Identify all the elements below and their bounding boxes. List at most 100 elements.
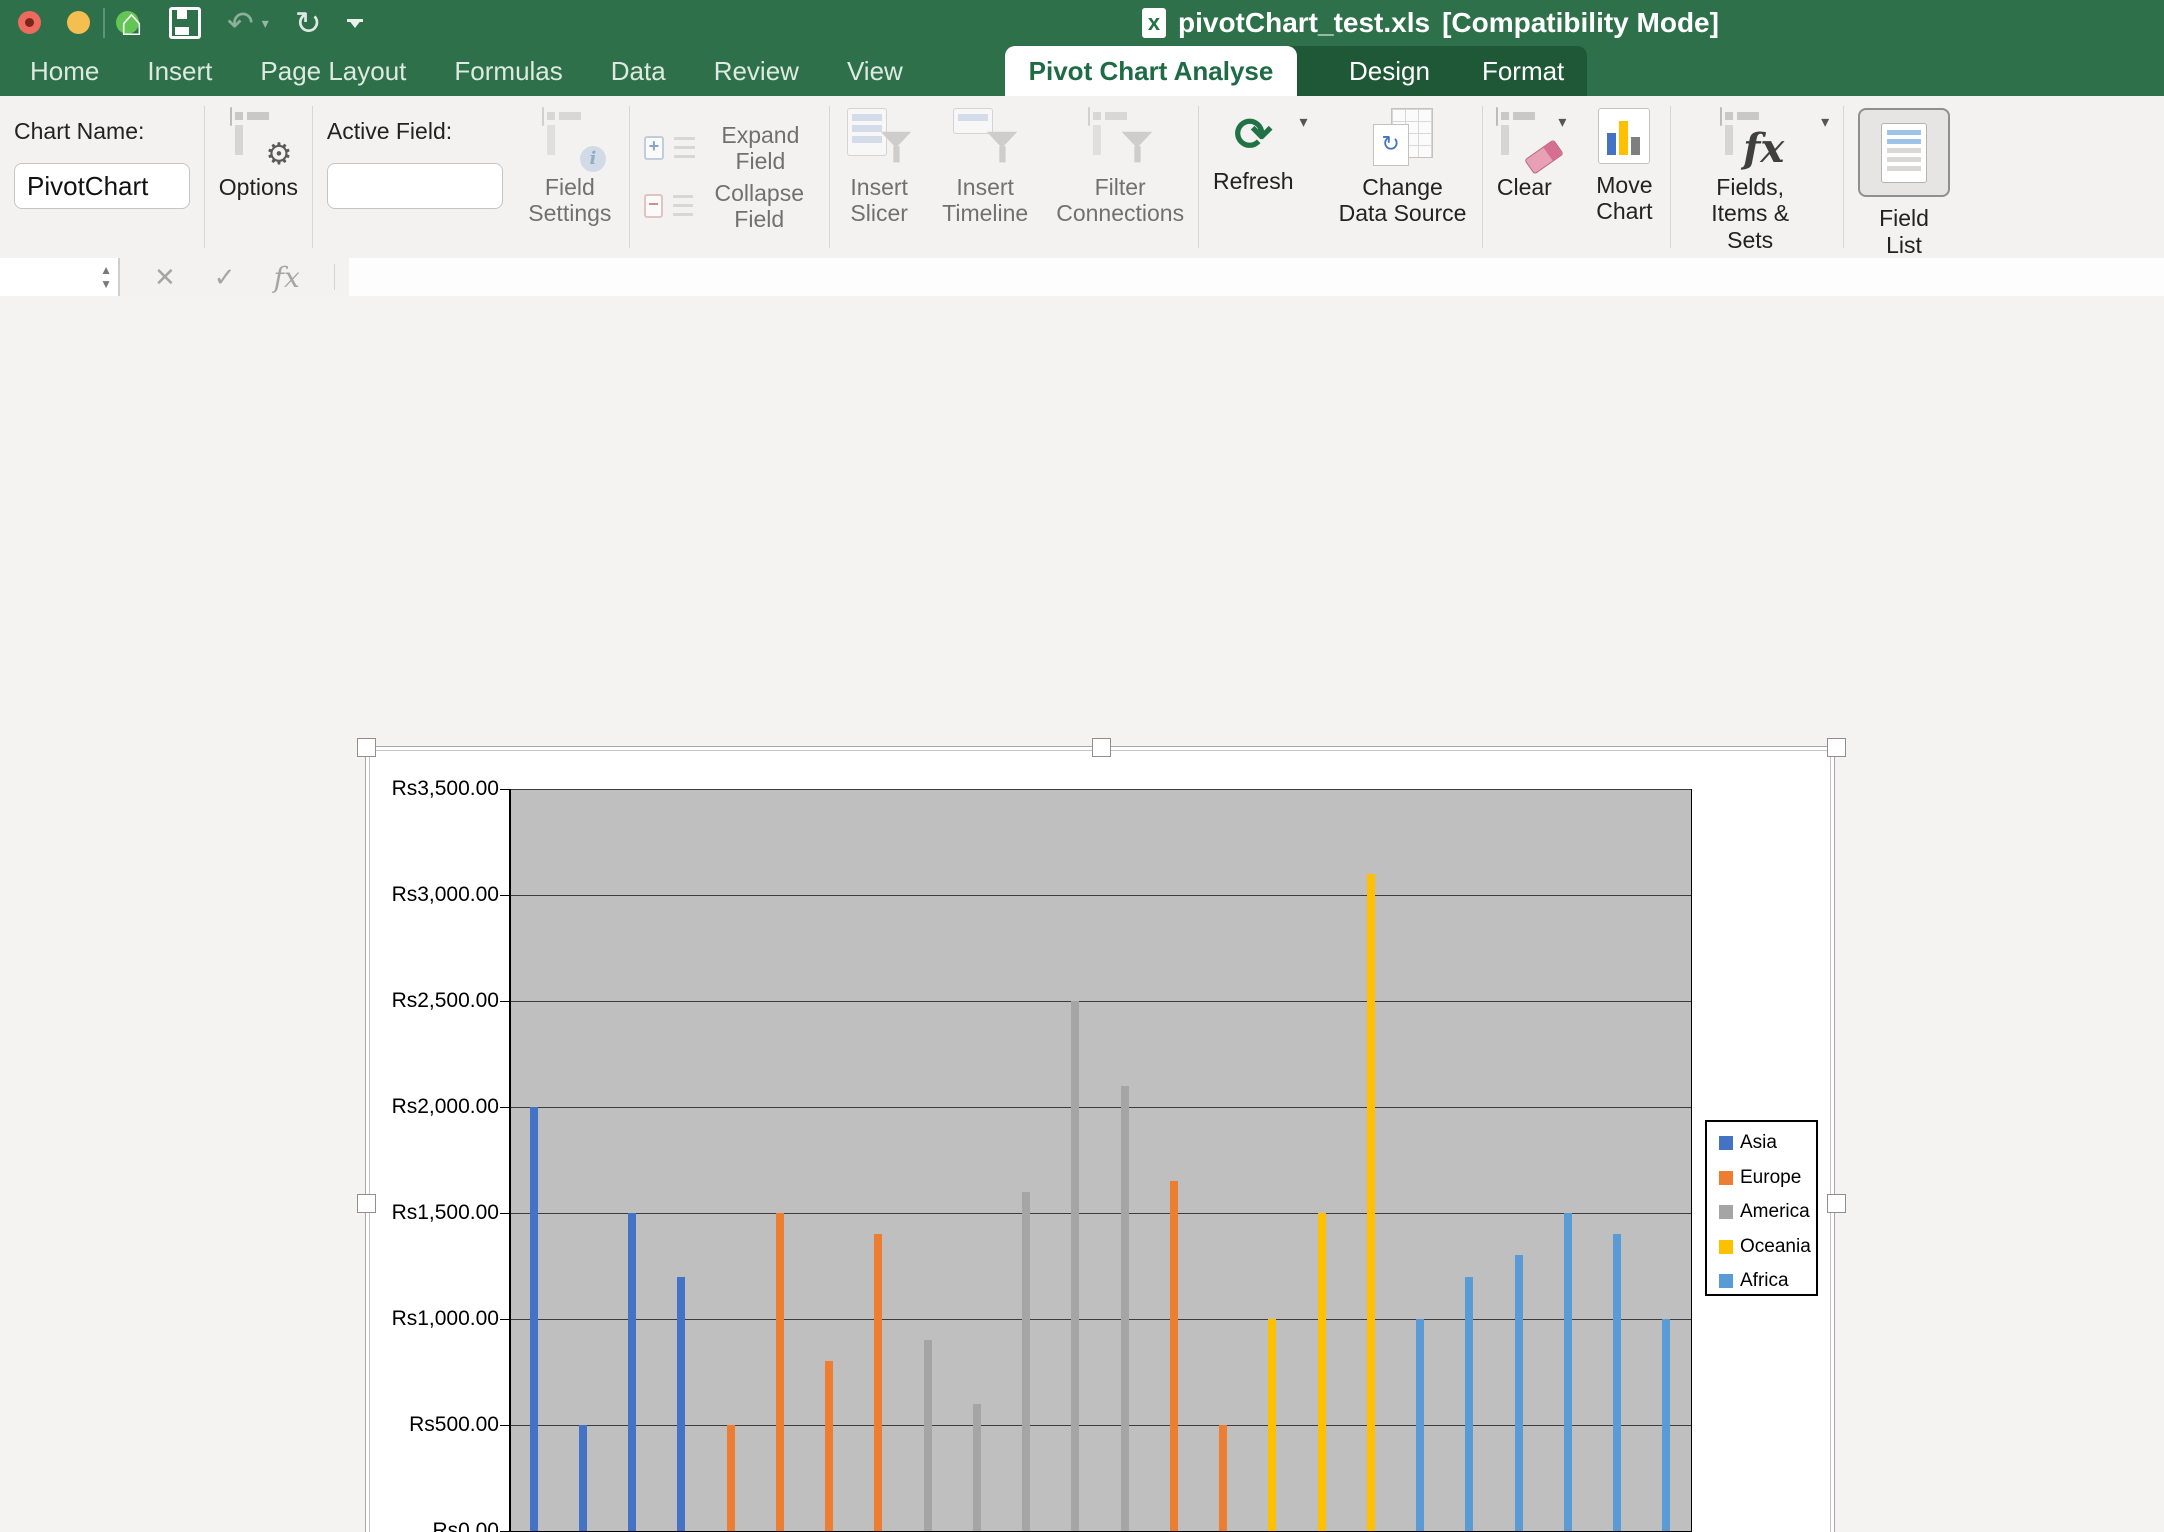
- value-axis-label: Rs1,000.00: [366, 1307, 499, 1331]
- tab-home[interactable]: Home: [30, 56, 99, 87]
- legend-item-africa[interactable]: Africa: [1719, 1270, 1789, 1292]
- collapse-field-button[interactable]: − Collapse Field: [644, 184, 816, 228]
- chart-bar-asia[interactable]: [530, 1107, 538, 1531]
- chart-bar-asia[interactable]: [628, 1213, 636, 1531]
- chart-selection-handle[interactable]: [1827, 738, 1846, 757]
- chart-selection-handle[interactable]: [357, 1194, 376, 1213]
- chart-bar-africa[interactable]: [1416, 1319, 1424, 1531]
- tab-pivot-chart-analyse[interactable]: Pivot Chart Analyse: [1005, 46, 1297, 96]
- axis-tick: [500, 1319, 509, 1320]
- chart-bar-asia[interactable]: [579, 1425, 587, 1531]
- chart-bar-europe[interactable]: [1219, 1425, 1227, 1531]
- chart-bar-europe[interactable]: [874, 1234, 882, 1531]
- tab-review[interactable]: Review: [714, 56, 799, 87]
- cancel-icon[interactable]: ✕: [154, 262, 176, 293]
- tab-view[interactable]: View: [847, 56, 903, 87]
- chart-bar-europe[interactable]: [1170, 1181, 1178, 1531]
- axis-tick: [500, 1213, 509, 1214]
- insert-function-icon[interactable]: fx: [274, 261, 300, 294]
- redo-icon[interactable]: ↻: [295, 4, 322, 42]
- tab-formulas[interactable]: Formulas: [454, 56, 562, 87]
- tab-data[interactable]: Data: [611, 56, 666, 87]
- excel-document-icon: [1142, 8, 1166, 38]
- excel-window: ⌂ ↶ ▾ ↻ pivotChart_test.xls [Compatibili…: [0, 0, 2164, 1532]
- chart-legend[interactable]: Asia Europe America Oceania Africa: [1705, 1120, 1818, 1296]
- clear-button[interactable]: Clear: [1496, 96, 1552, 258]
- ribbon-toolbar: Chart Name: ⚙ Options Active Field: i Fi…: [0, 96, 2164, 259]
- field-list-button[interactable]: Field List: [1858, 96, 1950, 258]
- move-chart-button[interactable]: Move Chart: [1592, 96, 1656, 258]
- chart-name-input[interactable]: [14, 163, 190, 209]
- insert-slicer-button[interactable]: Insert Slicer: [844, 96, 914, 258]
- refresh-button[interactable]: ⟳ Refresh: [1213, 96, 1294, 258]
- chart-bar-america[interactable]: [973, 1404, 981, 1531]
- window-title: pivotChart_test.xls [Compatibility Mode]: [1142, 7, 1719, 39]
- value-axis-line: [509, 789, 511, 1532]
- fields-dropdown-icon[interactable]: ▾: [1821, 112, 1829, 132]
- info-icon: i: [580, 146, 606, 172]
- legend-label: Asia: [1740, 1132, 1777, 1154]
- chart-bar-america[interactable]: [1071, 1001, 1079, 1531]
- tab-format[interactable]: Format: [1482, 56, 1564, 87]
- tab-insert[interactable]: Insert: [147, 56, 212, 87]
- chart-bar-africa[interactable]: [1564, 1213, 1572, 1531]
- axis-tick: [500, 789, 509, 790]
- value-axis-label: Rs2,500.00: [366, 989, 499, 1013]
- options-button[interactable]: ⚙ Options: [219, 96, 298, 258]
- worksheet-area[interactable]: Rs3,500.00Rs3,000.00Rs2,500.00Rs2,000.00…: [0, 296, 2164, 1532]
- name-box[interactable]: ▲▼: [0, 258, 120, 296]
- chart-selection-handle[interactable]: [357, 738, 376, 757]
- refresh-dropdown-icon[interactable]: ▾: [1300, 112, 1308, 132]
- close-button[interactable]: [18, 11, 41, 34]
- move-chart-icon: [1598, 108, 1650, 164]
- formula-input[interactable]: [349, 258, 2164, 296]
- fields-items-sets-button[interactable]: fx Fields, Items & Sets: [1685, 96, 1815, 258]
- axis-tick: [500, 1001, 509, 1002]
- chart-bar-africa[interactable]: [1465, 1277, 1473, 1531]
- customize-toolbar-icon[interactable]: [348, 19, 362, 28]
- field-list-icon: [1881, 123, 1927, 183]
- active-field-input[interactable]: [327, 163, 503, 209]
- chart-bar-oceania[interactable]: [1268, 1319, 1276, 1531]
- legend-item-europe[interactable]: Europe: [1719, 1167, 1801, 1189]
- value-axis-label: Rs3,500.00: [366, 777, 499, 801]
- chart-bar-africa[interactable]: [1662, 1319, 1670, 1531]
- chart-bar-oceania[interactable]: [1367, 874, 1375, 1531]
- legend-item-asia[interactable]: Asia: [1719, 1132, 1777, 1154]
- chart-bar-europe[interactable]: [727, 1425, 735, 1531]
- chart-bar-oceania[interactable]: [1318, 1213, 1326, 1531]
- eraser-icon: [1524, 139, 1564, 174]
- chart-bar-asia[interactable]: [677, 1277, 685, 1531]
- undo-dropdown-icon[interactable]: ▾: [262, 15, 269, 32]
- change-data-source-icon: ↻: [1373, 108, 1433, 166]
- name-box-stepper[interactable]: ▲▼: [100, 258, 112, 296]
- pivot-chart[interactable]: Rs3,500.00Rs3,000.00Rs2,500.00Rs2,000.00…: [365, 746, 1835, 1532]
- save-icon[interactable]: [169, 7, 201, 39]
- minimize-button[interactable]: [67, 11, 90, 34]
- legend-item-oceania[interactable]: Oceania: [1719, 1236, 1811, 1258]
- home-icon[interactable]: ⌂: [120, 3, 143, 43]
- clear-dropdown-icon[interactable]: ▾: [1558, 112, 1566, 132]
- gridline: [509, 895, 1691, 896]
- chart-name-label: Chart Name:: [14, 118, 190, 145]
- chart-selection-handle[interactable]: [1827, 1194, 1846, 1213]
- chart-bar-africa[interactable]: [1613, 1234, 1621, 1531]
- undo-icon[interactable]: ↶: [227, 4, 254, 42]
- chart-bar-america[interactable]: [1121, 1086, 1129, 1531]
- legend-item-america[interactable]: America: [1719, 1201, 1810, 1223]
- chart-selection-handle[interactable]: [1092, 738, 1111, 757]
- enter-icon[interactable]: ✓: [214, 262, 236, 293]
- chart-bar-europe[interactable]: [825, 1361, 833, 1531]
- chart-bar-africa[interactable]: [1515, 1255, 1523, 1531]
- active-field-label: Active Field:: [327, 118, 503, 145]
- insert-timeline-button[interactable]: Insert Timeline: [940, 96, 1030, 258]
- change-data-source-button[interactable]: ↻ Change Data Source: [1338, 96, 1468, 258]
- expand-field-button[interactable]: + Expand Field: [644, 126, 816, 170]
- chart-bar-europe[interactable]: [776, 1213, 784, 1531]
- chart-bar-america[interactable]: [924, 1340, 932, 1531]
- filter-connections-button[interactable]: Filter Connections: [1056, 96, 1184, 258]
- tab-design[interactable]: Design: [1349, 56, 1430, 87]
- field-settings-button[interactable]: i Field Settings: [525, 96, 615, 258]
- tab-page-layout[interactable]: Page Layout: [260, 56, 406, 87]
- chart-bar-america[interactable]: [1022, 1192, 1030, 1531]
